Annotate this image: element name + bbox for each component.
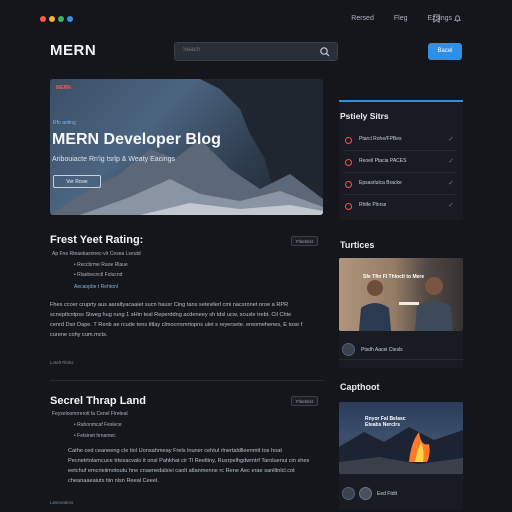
- brand-logo[interactable]: MERN: [50, 42, 96, 59]
- hero-title: MERN Developer Blog: [52, 131, 221, 148]
- check-icon: ✓: [448, 136, 454, 143]
- post-tag[interactable]: Flsetinst: [291, 236, 318, 246]
- hero-read-button[interactable]: Ver Rcwe: [53, 175, 101, 188]
- sidebar-item[interactable]: Epsasrlulca Bracke ✓: [343, 177, 457, 195]
- divider: [50, 380, 323, 381]
- status-icon: [345, 181, 352, 188]
- campfire-thumbnail: Rnyor Fal Belasc Eteabs Nerclrs: [339, 402, 463, 474]
- campfire-illustration: [339, 427, 463, 474]
- tutorials-title: Turtices: [340, 240, 375, 250]
- window-dot-yellow[interactable]: [49, 16, 55, 22]
- window-dot-red[interactable]: [40, 16, 46, 22]
- check-icon: ✓: [448, 180, 454, 187]
- window-controls: [40, 16, 73, 22]
- avatar[interactable]: [342, 487, 355, 500]
- sidebar-item-label: Reoeil Ptacia PACES: [359, 158, 407, 164]
- tutorial-thumbnail: Sfe Tfin Fl Thloclt to Mere: [339, 258, 463, 331]
- avatar[interactable]: [342, 343, 355, 356]
- hero-banner[interactable]: MERN Rfo aeting MERN Developer Blog Arib…: [50, 79, 323, 215]
- status-icon: [345, 159, 352, 166]
- post-meta: • Reccbrme Raoe Rlaue: [74, 262, 128, 268]
- top-nav-item[interactable]: Fleg: [394, 15, 408, 22]
- post-title[interactable]: Secrel Thrap Land: [50, 395, 323, 407]
- post-meta: • Rlaebecnctl Folucnd: [74, 272, 123, 278]
- sidebar-item-label: Epsasrlulca Bracke: [359, 180, 402, 186]
- check-icon: ✓: [448, 202, 454, 209]
- tutorial-caption[interactable]: Ptsdh Aacei Ctesls: [361, 347, 403, 353]
- tutorial-footer: Ptsdh Aacei Ctesls: [339, 338, 463, 360]
- window-dot-green[interactable]: [58, 16, 64, 22]
- post-tag[interactable]: Flsetinst: [291, 396, 318, 406]
- hero-badge: MERN: [56, 85, 71, 91]
- post-body: Fhes ccoer cruprty aus aaraltyacaaiet su…: [50, 302, 303, 338]
- status-icon: [345, 203, 352, 210]
- post-footer[interactable]: Lasenatiros: [50, 500, 73, 505]
- capshout-overlay: Rnyor Fal Belasc Eteabs Nerclrs: [365, 416, 406, 428]
- top-bar: Rersed Fleg Ezsings: [0, 0, 512, 38]
- sidebar-title: Pstiely Sitrs: [340, 111, 389, 121]
- post-title[interactable]: Frest Yeet Rating:: [50, 234, 323, 246]
- status-icon: [345, 137, 352, 144]
- people-illustration: [339, 258, 463, 331]
- top-icons: [432, 14, 462, 25]
- sidebar-item[interactable]: Rhtfe Plnrss ✓: [343, 199, 457, 217]
- bookmark-icon[interactable]: [432, 14, 441, 25]
- post-link[interactable]: Aecaopbe t Rehtonl: [74, 284, 118, 290]
- post-footer[interactable]: Lotelt Rloks: [50, 360, 74, 365]
- sidebar-item-label: Rhtfe Plnrss: [359, 202, 387, 208]
- capshout-title: Capthoot: [340, 382, 380, 392]
- capshout-footer: Eed Ftdit: [339, 482, 463, 504]
- post-body: Cathe ced ceaneeng cle tiol Uonsahmeay F…: [68, 448, 310, 484]
- header-action-button[interactable]: Bacel: [428, 43, 462, 60]
- top-nav-item[interactable]: Rersed: [351, 15, 374, 22]
- check-icon: ✓: [448, 158, 454, 165]
- sidebar-item[interactable]: Ptarcl Rohe/FPBes ✓: [343, 133, 457, 151]
- hero-subtitle: Aribouiacte Rn'ig tsrlp & Weaty Eacings: [52, 156, 175, 163]
- sidebar-item-label: Ptarcl Rohe/FPBes: [359, 136, 402, 142]
- blog-post: Secrel Thrap Land Flsetinst Feyseloomrre…: [50, 395, 323, 510]
- capshout-card[interactable]: Rnyor Fal Belasc Eteabs Nerclrs Eed Ftdi…: [339, 402, 463, 510]
- notification-icon[interactable]: [453, 14, 462, 25]
- search-input[interactable]: [183, 47, 313, 53]
- blog-post: Frest Yeet Rating: Flsetinst Ap Fne Rtea…: [50, 234, 323, 374]
- post-meta: • Rahonmcaf Feslece: [74, 422, 122, 428]
- search-bar: [174, 42, 338, 61]
- hero-kicker: Rfo aeting: [53, 120, 76, 126]
- post-meta: Feyseloomrrerotl fa Cenel Flreteal: [52, 411, 128, 417]
- sidebar-item[interactable]: Reoeil Ptacia PACES ✓: [343, 155, 457, 173]
- window-dot-blue[interactable]: [67, 16, 73, 22]
- avatar[interactable]: [359, 487, 372, 500]
- tutorial-card[interactable]: Sfe Tfin Fl Thloclt to Mere Ptsdh Aacei …: [339, 258, 463, 368]
- tutorial-overlay: Sfe Tfin Fl Thloclt to Mere: [363, 274, 425, 280]
- search-icon[interactable]: [319, 46, 331, 58]
- post-meta: • Fetsinet hrnamec: [74, 433, 116, 439]
- post-meta: Ap Fne Rteaekasnnec-vlr Cesea Lseutd: [52, 251, 141, 257]
- capshout-caption[interactable]: Eed Ftdit: [377, 491, 397, 497]
